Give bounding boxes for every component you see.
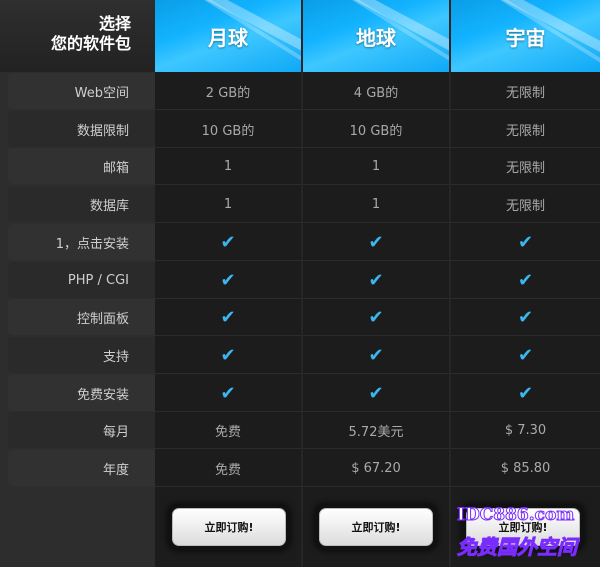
feature-label: 支持 — [8, 337, 155, 373]
feature-label: 年度 — [8, 450, 155, 486]
watermark: IDC886.com 免费国外空间 — [455, 505, 600, 565]
check-icon: ✔ — [303, 224, 449, 261]
checkmark-glyph: ✔ — [220, 231, 236, 253]
feature-value: $ 67.20 — [303, 450, 449, 487]
feature-value: 无限制 — [451, 186, 600, 223]
table-row: 免费安装 ✔ ✔ ✔ — [0, 375, 600, 412]
check-icon: ✔ — [451, 262, 600, 299]
table-row: 年度 免费 $ 67.20 $ 85.80 — [0, 450, 600, 487]
table-row: Web空间 2 GB的 4 GB的 无限制 — [0, 73, 600, 110]
checkmark-glyph: ✔ — [220, 306, 236, 328]
check-icon: ✔ — [451, 337, 600, 374]
check-icon: ✔ — [451, 299, 600, 336]
table-row: 数据限制 10 GB的 10 GB的 无限制 — [0, 111, 600, 148]
checkmark-glyph: ✔ — [368, 306, 384, 328]
check-icon: ✔ — [303, 375, 449, 412]
table-row: 控制面板 ✔ ✔ ✔ — [0, 299, 600, 336]
plan-header-earth: 地球 — [303, 0, 449, 72]
feature-value: 无限制 — [451, 111, 600, 148]
check-icon: ✔ — [155, 337, 301, 374]
heading-line-2: 您的软件包 — [50, 34, 131, 53]
plan-header-moon: 月球 — [155, 0, 301, 72]
plan-header-universe: 宇宙 — [451, 0, 600, 72]
feature-value: 免费 — [155, 450, 301, 487]
table-row: 每月 免费 5.72美元 $ 7.30 — [0, 412, 600, 449]
feature-label: 每月 — [8, 412, 155, 448]
watermark-line-2: 免费国外空间 — [457, 535, 578, 560]
feature-value: 免费 — [155, 412, 301, 449]
checkmark-glyph: ✔ — [517, 269, 534, 291]
table-row: PHP / CGI ✔ ✔ ✔ — [0, 262, 600, 299]
checkmark-glyph: ✔ — [220, 344, 236, 366]
feature-value: 1 — [303, 186, 449, 223]
check-icon: ✔ — [451, 224, 600, 261]
feature-label: 控制面板 — [8, 299, 155, 335]
check-icon: ✔ — [303, 299, 449, 336]
checkmark-glyph: ✔ — [517, 344, 534, 366]
feature-value: 无限制 — [451, 73, 600, 110]
table-row: 支持 ✔ ✔ ✔ — [0, 337, 600, 374]
check-icon: ✔ — [155, 224, 301, 261]
feature-label: Web空间 — [8, 73, 155, 109]
feature-label: 邮箱 — [8, 148, 155, 184]
table-row: 数据库 1 1 无限制 — [0, 186, 600, 223]
feature-value: 5.72美元 — [303, 412, 449, 449]
check-icon: ✔ — [303, 262, 449, 299]
check-icon: ✔ — [155, 375, 301, 412]
table-row: 邮箱 1 1 无限制 — [0, 148, 600, 185]
feature-label: 数据库 — [8, 186, 155, 222]
check-icon: ✔ — [155, 262, 301, 299]
checkmark-glyph: ✔ — [368, 231, 384, 253]
feature-value: 10 GB的 — [155, 111, 301, 148]
feature-value: $ 7.30 — [451, 412, 600, 449]
feature-label: PHP / CGI — [8, 262, 155, 298]
check-icon: ✔ — [451, 375, 600, 412]
watermark-line-1: IDC886.com — [456, 505, 575, 526]
check-icon: ✔ — [155, 299, 301, 336]
plan-name: 地球 — [356, 25, 396, 50]
feature-value: 10 GB的 — [303, 111, 449, 148]
checkmark-glyph: ✔ — [368, 344, 384, 366]
choose-package-heading: 选择 您的软件包 — [0, 0, 155, 72]
checkmark-glyph: ✔ — [368, 269, 384, 291]
feature-label: 免费安装 — [8, 375, 155, 411]
feature-value: 1 — [155, 186, 301, 223]
feature-value: 2 GB的 — [155, 73, 301, 110]
checkmark-glyph: ✔ — [368, 382, 384, 404]
checkmark-glyph: ✔ — [517, 231, 534, 253]
checkmark-glyph: ✔ — [220, 382, 236, 404]
feature-value: 4 GB的 — [303, 73, 449, 110]
feature-value: 1 — [303, 148, 449, 185]
feature-value: 无限制 — [451, 148, 600, 185]
checkmark-glyph: ✔ — [517, 306, 534, 328]
feature-value: 1 — [155, 148, 301, 185]
feature-value: $ 85.80 — [451, 450, 600, 487]
plan-name: 宇宙 — [505, 25, 546, 50]
plan-name: 月球 — [208, 25, 248, 50]
table-row: 1，点击安装 ✔ ✔ ✔ — [0, 224, 600, 261]
check-icon: ✔ — [303, 337, 449, 374]
feature-label: 数据限制 — [8, 111, 155, 147]
feature-label: 1，点击安装 — [8, 224, 155, 260]
checkmark-glyph: ✔ — [517, 382, 534, 404]
order-now-button-moon[interactable]: 立即订购! — [172, 508, 286, 546]
checkmark-glyph: ✔ — [220, 269, 236, 291]
order-now-button-earth[interactable]: 立即订购! — [319, 508, 433, 546]
